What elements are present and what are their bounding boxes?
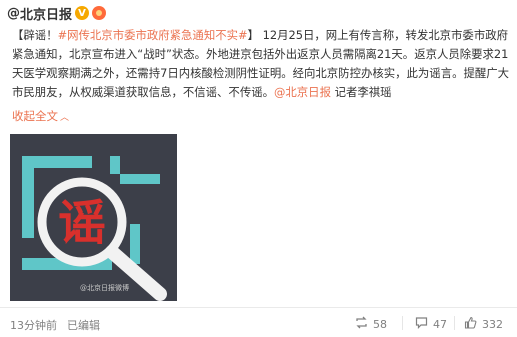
repost-button[interactable]: 58 <box>355 316 387 332</box>
post-header: @ 北京日报 V <box>7 2 107 24</box>
divider <box>454 316 455 330</box>
collapse-button[interactable]: 收起全文 ︿ <box>12 108 69 124</box>
image-watermark: @北京日报微博 <box>80 284 129 292</box>
rumor-character: 谣 <box>57 195 106 251</box>
like-count: 332 <box>482 317 503 331</box>
open-bracket: 【 <box>12 28 24 42</box>
glyph-stroke-top <box>22 156 92 168</box>
chevron-up-icon: ︿ <box>60 112 70 123</box>
post-lead: 辟谣！ <box>23 28 58 42</box>
verified-icon: V <box>75 6 90 20</box>
collapse-label: 收起全文 <box>12 109 58 123</box>
mention-link[interactable]: @北京日报 <box>274 85 331 99</box>
close-bracket: 】 <box>247 28 259 42</box>
like-button[interactable]: 332 <box>464 316 503 332</box>
repost-icon <box>355 316 368 332</box>
comment-button[interactable]: 47 <box>415 316 447 332</box>
glyph-stroke-left <box>22 156 34 238</box>
post-image[interactable]: 谣 @北京日报微博 <box>10 134 177 301</box>
thumbs-up-icon <box>464 316 477 332</box>
glyph-stroke-lower-right <box>130 224 140 264</box>
author-at: @ <box>7 5 20 21</box>
post-time[interactable]: 13分钟前 <box>10 317 57 333</box>
post-text: 【辟谣！#网传北京市委市政府紧急通知不实#】 12月25日，网上有传言称，转发北… <box>12 26 512 102</box>
topic-link[interactable]: #网传北京市委市政府紧急通知不实# <box>58 28 248 42</box>
comment-count: 47 <box>433 317 447 331</box>
edited-label[interactable]: 已编辑 <box>67 317 100 333</box>
glyph-stroke-top-right <box>110 156 120 174</box>
member-badge-icon <box>92 6 107 20</box>
author-name[interactable]: 北京日报 <box>20 4 72 23</box>
divider <box>402 316 403 330</box>
glyph-stroke-right <box>120 174 160 184</box>
post-footer: 13分钟前 已编辑 58 47 332 <box>0 307 517 337</box>
author-note: 记者李祺瑶 <box>330 85 392 99</box>
comment-icon <box>415 316 428 332</box>
repost-count: 58 <box>373 317 387 331</box>
